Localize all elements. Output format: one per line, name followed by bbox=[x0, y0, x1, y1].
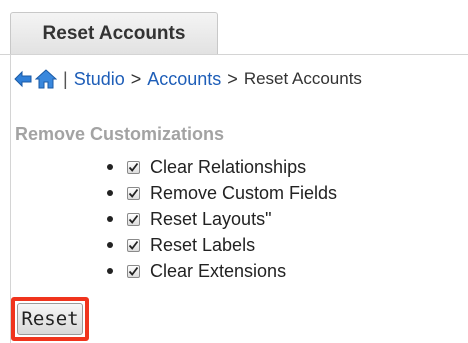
remove-custom-fields-checkbox[interactable] bbox=[127, 186, 140, 200]
option-clear-relationships: Clear Relationships bbox=[107, 154, 337, 180]
breadcrumb-arrow: > bbox=[227, 68, 238, 89]
bullet bbox=[107, 164, 113, 170]
reset-button[interactable]: Reset bbox=[17, 303, 83, 335]
main-panel: | Studio > Accounts > Reset Accounts Rem… bbox=[10, 54, 468, 343]
tab-bar: Reset Accounts bbox=[0, 12, 468, 55]
home-icon[interactable] bbox=[35, 68, 57, 90]
option-reset-layouts: Reset Layouts" bbox=[107, 206, 337, 232]
breadcrumb: | Studio > Accounts > Reset Accounts bbox=[13, 66, 362, 92]
option-reset-labels: Reset Labels bbox=[107, 232, 337, 258]
checkmark-icon bbox=[128, 188, 139, 198]
tab-reset-accounts[interactable]: Reset Accounts bbox=[10, 12, 218, 54]
clear-relationships-checkbox[interactable] bbox=[127, 160, 140, 174]
tab-label: Reset Accounts bbox=[42, 22, 186, 44]
option-label: Remove Custom Fields bbox=[150, 182, 338, 203]
option-label: Clear Relationships bbox=[150, 156, 307, 177]
checkmark-icon bbox=[128, 266, 139, 276]
option-remove-custom-fields: Remove Custom Fields bbox=[107, 180, 337, 206]
bullet bbox=[107, 216, 113, 222]
checkmark-icon bbox=[128, 214, 139, 224]
reset-button-highlight: Reset bbox=[11, 297, 89, 341]
option-clear-extensions: Clear Extensions bbox=[107, 258, 337, 284]
breadcrumb-current: Reset Accounts bbox=[243, 69, 362, 88]
breadcrumb-separator: | bbox=[63, 68, 68, 89]
reset-labels-checkbox[interactable] bbox=[127, 238, 140, 252]
breadcrumb-accounts-link[interactable]: Accounts bbox=[147, 69, 221, 90]
option-label: Reset Layouts" bbox=[150, 208, 272, 229]
breadcrumb-arrow: > bbox=[130, 68, 142, 89]
back-arrow-icon[interactable] bbox=[13, 70, 33, 88]
bullet bbox=[107, 268, 113, 274]
breadcrumb-studio-link[interactable]: Studio bbox=[74, 69, 125, 90]
bullet bbox=[107, 242, 113, 248]
checkmark-icon bbox=[128, 240, 139, 250]
option-label: Reset Labels bbox=[150, 234, 256, 255]
bullet bbox=[107, 190, 113, 196]
checkmark-icon bbox=[128, 162, 139, 172]
reset-layouts-checkbox[interactable] bbox=[127, 212, 140, 226]
section-title: Remove Customizations bbox=[15, 124, 225, 144]
option-label: Clear Extensions bbox=[150, 260, 287, 281]
clear-extensions-checkbox[interactable] bbox=[127, 264, 140, 278]
customization-options-list: Clear Relationships Remove Custom Fields… bbox=[107, 154, 337, 284]
